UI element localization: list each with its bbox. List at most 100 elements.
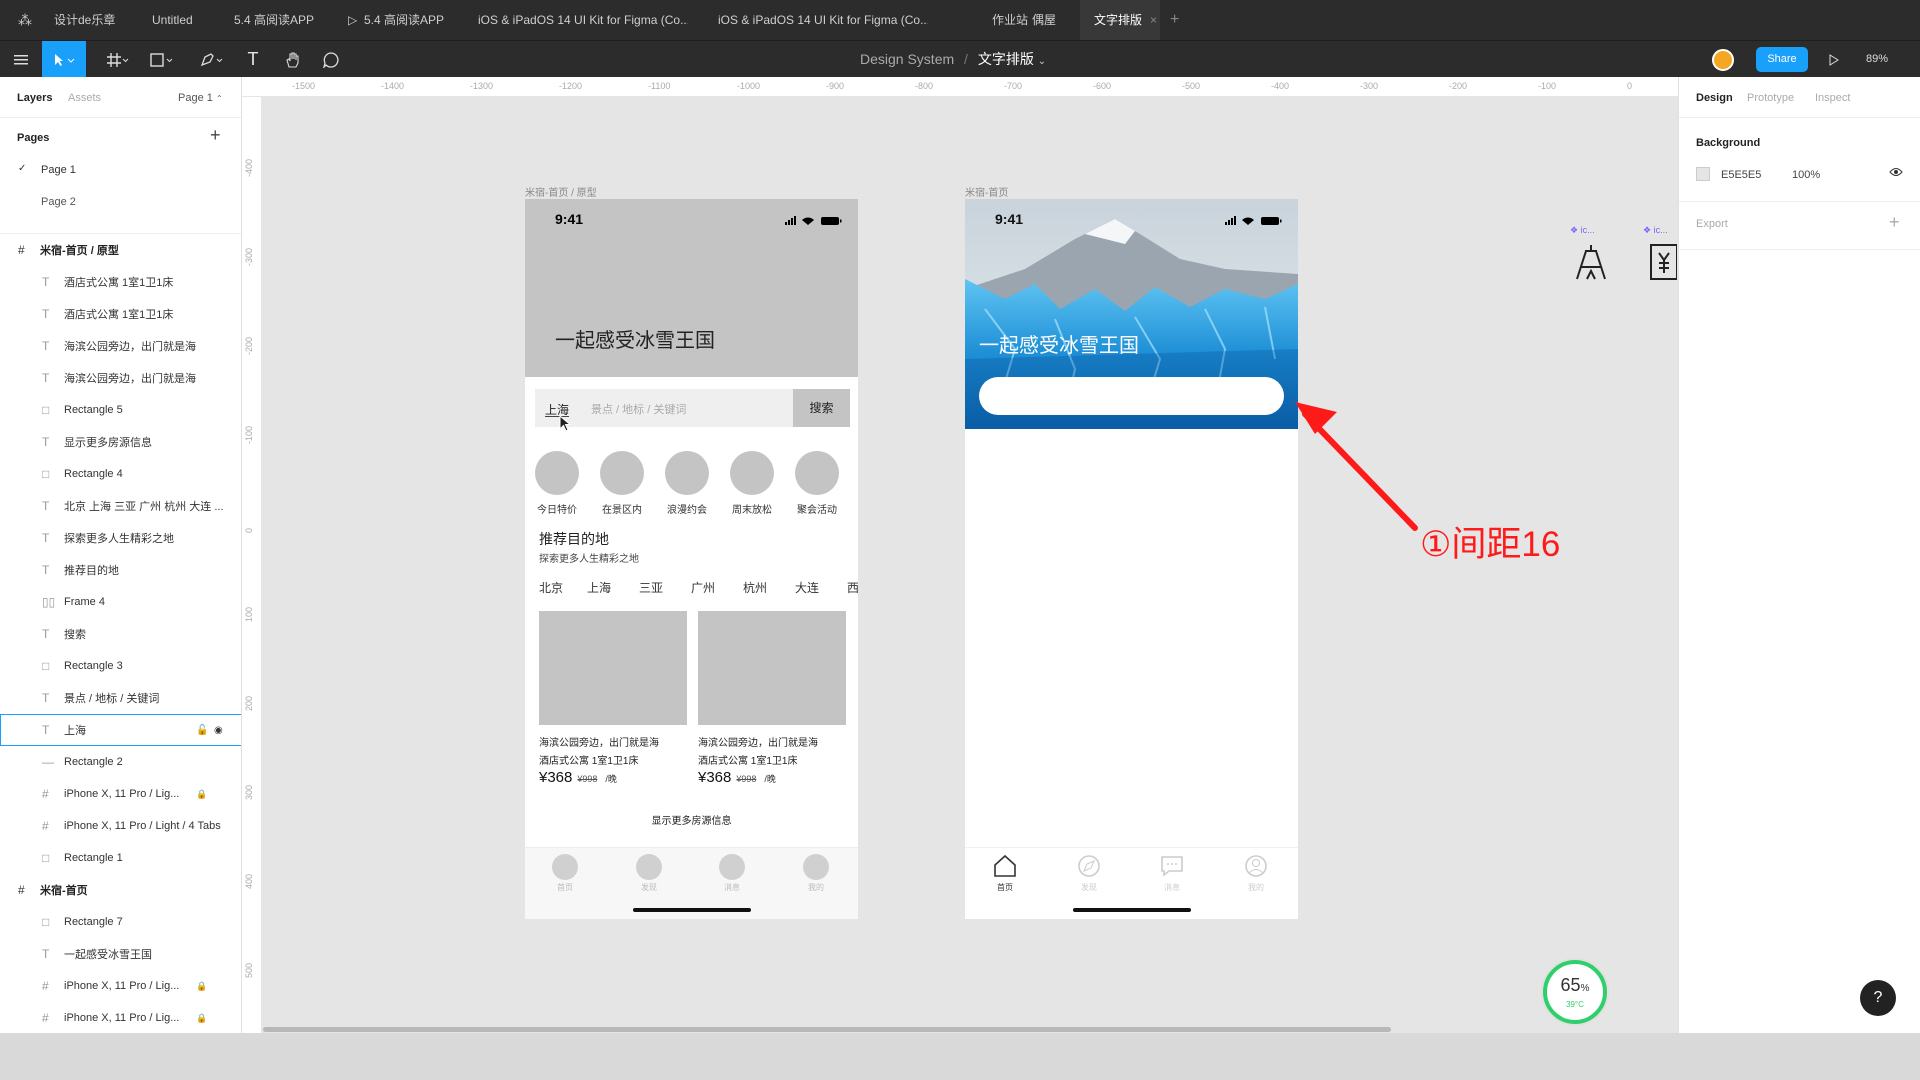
page-item-1[interactable]: Page 1: [41, 164, 76, 176]
layer-row[interactable]: □ Rectangle 5: [0, 394, 241, 426]
tab-active[interactable]: 文字排版 ×: [1080, 0, 1160, 40]
eye-icon[interactable]: [1889, 167, 1903, 180]
phone-frame-prototype[interactable]: 9:41 一起感受冰雪王国 上海 景点 / 地标 / 关键词 搜索 今日特价 在景…: [525, 199, 858, 919]
layer-row[interactable]: # iPhone X, 11 Pro / Lig... 🔒: [0, 970, 241, 1002]
chevron-down-icon[interactable]: ⌄: [1038, 56, 1046, 67]
zoom-level[interactable]: 89%: [1866, 41, 1888, 78]
search-placeholder[interactable]: 景点 / 地标 / 关键词: [591, 401, 686, 417]
layer-row[interactable]: □ Rectangle 3: [0, 650, 241, 682]
menu-icon[interactable]: [6, 41, 36, 78]
layer-row[interactable]: T 北京 上海 三亚 广州 杭州 大连 ...: [0, 490, 241, 522]
lock-icon[interactable]: 🔒: [196, 1013, 207, 1024]
layer-row[interactable]: □ Rectangle 4: [0, 458, 241, 490]
help-button[interactable]: ?: [1860, 980, 1896, 1016]
frame-tool-icon[interactable]: [100, 41, 136, 78]
category-label[interactable]: 聚会活动: [787, 501, 847, 516]
rectangle-tool-icon[interactable]: [144, 41, 180, 78]
listing-image-placeholder[interactable]: [698, 611, 846, 725]
search-button[interactable]: 搜索: [793, 389, 850, 427]
category-label[interactable]: 周末放松: [722, 501, 782, 516]
figma-logo-icon[interactable]: ⁂: [10, 0, 40, 40]
layer-row[interactable]: T 搜索: [0, 618, 241, 650]
category-label[interactable]: 在景区内: [592, 501, 652, 516]
category-icon[interactable]: [600, 451, 644, 495]
nav-label[interactable]: 发现: [629, 882, 669, 893]
nav-placeholder-icon[interactable]: [636, 854, 662, 880]
nav-label[interactable]: 消息: [712, 882, 752, 893]
tab-inspect[interactable]: Inspect: [1815, 92, 1850, 104]
page-selector[interactable]: Page 1 ⌃: [178, 92, 223, 104]
city-tab[interactable]: 三亚: [639, 579, 663, 596]
layer-row[interactable]: # 米宿-首页 / 原型: [0, 234, 241, 266]
close-icon[interactable]: ×: [1150, 13, 1157, 27]
layer-row[interactable]: T 酒店式公寓 1室1卫1床: [0, 298, 241, 330]
move-tool-icon[interactable]: [42, 41, 86, 78]
frame-label-prototype[interactable]: 米宿-首页 / 原型: [525, 184, 597, 199]
lock-icon[interactable]: 🔒: [196, 789, 207, 800]
canvas[interactable]: 米宿-首页 / 原型 9:41 一起感受冰雪王国 上海 景点 / 地标 / 关键…: [263, 98, 1677, 1033]
category-icon[interactable]: [795, 451, 839, 495]
tab-layers[interactable]: Layers: [17, 92, 52, 104]
tab-6[interactable]: iOS & iPadOS 14 UI Kit for Figma (Co...: [718, 0, 928, 40]
tower-icon[interactable]: [1573, 241, 1609, 286]
layer-row[interactable]: T 景点 / 地标 / 关键词: [0, 682, 241, 714]
tab-5[interactable]: iOS & iPadOS 14 UI Kit for Figma (Co...: [478, 0, 688, 40]
component-label-2[interactable]: ❖ ic...: [1643, 225, 1668, 236]
frame-label-home[interactable]: 米宿-首页: [965, 184, 1008, 199]
city-tab[interactable]: 西: [847, 579, 858, 596]
layer-row[interactable]: T 一起感受冰雪王国: [0, 938, 241, 970]
tab-2[interactable]: Untitled: [152, 0, 242, 40]
search-pill[interactable]: [979, 377, 1284, 415]
nav-label[interactable]: 发现: [1069, 882, 1109, 893]
layer-row[interactable]: T 酒店式公寓 1室1卫1床: [0, 266, 241, 298]
show-more-link[interactable]: 显示更多房源信息: [525, 812, 858, 827]
layer-row[interactable]: T 海滨公园旁边，出门就是海: [0, 330, 241, 362]
background-swatch[interactable]: [1696, 167, 1710, 181]
unlock-icon[interactable]: 🔓: [196, 725, 208, 736]
add-page-icon[interactable]: +: [210, 125, 221, 146]
component-label-1[interactable]: ❖ ic...: [1570, 225, 1595, 236]
text-tool-icon[interactable]: T: [240, 41, 266, 78]
add-export-icon[interactable]: +: [1889, 212, 1900, 233]
tab-assets[interactable]: Assets: [68, 92, 101, 104]
home-icon[interactable]: [993, 854, 1017, 878]
city-tab[interactable]: 上海: [587, 579, 611, 596]
layer-row[interactable]: T 探索更多人生精彩之地: [0, 522, 241, 554]
eye-icon[interactable]: ◉: [214, 725, 223, 736]
message-icon[interactable]: [1160, 854, 1184, 878]
layer-row[interactable]: T 显示更多房源信息: [0, 426, 241, 458]
city-tab[interactable]: 广州: [691, 579, 715, 596]
nav-label[interactable]: 我的: [1236, 882, 1276, 893]
hand-tool-icon[interactable]: [280, 41, 306, 78]
discover-icon[interactable]: [1077, 854, 1101, 878]
tab-design[interactable]: Design: [1696, 92, 1733, 104]
nav-label[interactable]: 消息: [1152, 882, 1192, 893]
nav-label[interactable]: 首页: [985, 882, 1025, 893]
avatar[interactable]: [1712, 49, 1734, 71]
background-hex[interactable]: E5E5E5: [1721, 169, 1761, 181]
breadcrumb-file[interactable]: Design System: [860, 51, 954, 67]
tab-8[interactable]: 偶屋: [1032, 0, 1082, 40]
nav-placeholder-icon[interactable]: [803, 854, 829, 880]
tab-3[interactable]: 5.4 高阅读APP: [234, 0, 334, 40]
layer-row[interactable]: T 海滨公园旁边，出门就是海: [0, 362, 241, 394]
lock-icon[interactable]: 🔒: [196, 981, 207, 992]
layer-row[interactable]: # iPhone X, 11 Pro / Lig... 🔒: [0, 1002, 241, 1033]
page-item-2[interactable]: Page 2: [41, 196, 76, 208]
horizontal-scrollbar[interactable]: [263, 1027, 1391, 1032]
listing-image-placeholder[interactable]: [539, 611, 687, 725]
nav-label[interactable]: 首页: [545, 882, 585, 893]
category-label[interactable]: 今日特价: [527, 501, 587, 516]
layer-row[interactable]: T 推荐目的地: [0, 554, 241, 586]
category-icon[interactable]: [665, 451, 709, 495]
profile-icon[interactable]: [1244, 854, 1268, 878]
city-tab[interactable]: 北京: [539, 579, 563, 596]
add-tab-icon[interactable]: +: [1170, 0, 1190, 40]
present-icon[interactable]: [1824, 41, 1844, 78]
city-tab[interactable]: 大连: [795, 579, 819, 596]
tab-4[interactable]: 5.4 高阅读APP: [364, 0, 464, 40]
layer-row[interactable]: T 上海 🔓 ◉: [0, 714, 241, 746]
breadcrumb-page[interactable]: 文字排版: [978, 51, 1034, 67]
nav-placeholder-icon[interactable]: [719, 854, 745, 880]
category-icon[interactable]: [535, 451, 579, 495]
